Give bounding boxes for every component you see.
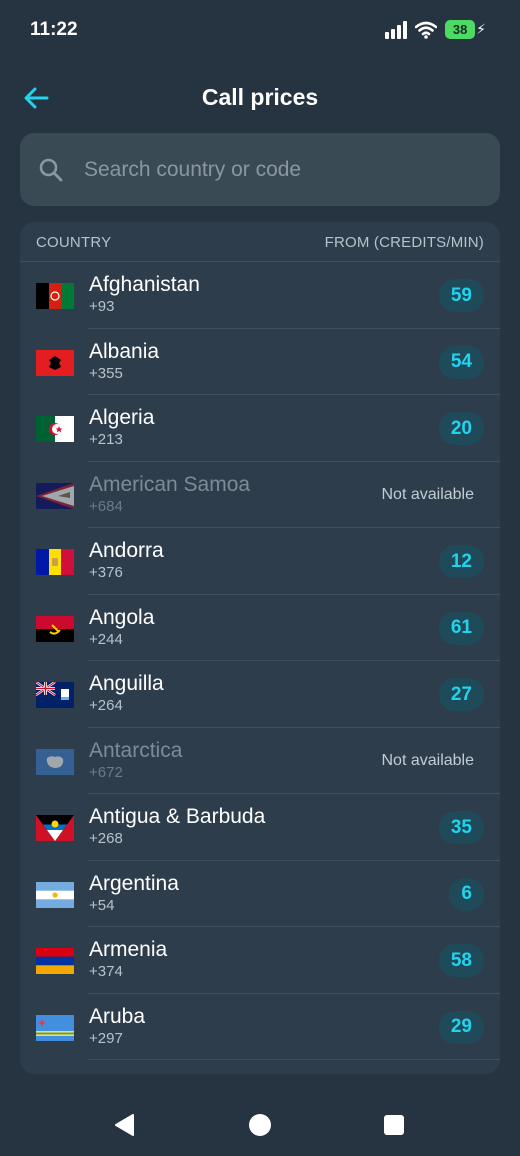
- country-name: Antarctica: [89, 738, 183, 762]
- list-header: COUNTRY FROM (CREDITS/MIN): [20, 222, 500, 262]
- not-available-label: Not available: [381, 751, 475, 769]
- country-row[interactable]: Antarctica +672 Not available: [20, 728, 500, 795]
- country-row[interactable]: Albania +355 54: [20, 329, 500, 396]
- price-badge: 27: [438, 678, 484, 711]
- country-row[interactable]: Algeria +213 20: [20, 395, 500, 462]
- al-flag-icon: [36, 349, 74, 376]
- nav-back-button[interactable]: [109, 1110, 139, 1140]
- page-title: Call prices: [201, 84, 319, 110]
- country-code: +355: [89, 364, 123, 382]
- battery-level: 38: [445, 20, 476, 39]
- country-row[interactable]: Anguilla +264 27: [20, 661, 500, 728]
- price-badge: 61: [438, 611, 484, 645]
- ai-flag-icon: [36, 682, 74, 708]
- country-row[interactable]: Angola +244 61: [20, 595, 500, 662]
- nav-recents-button[interactable]: [379, 1110, 409, 1140]
- country-row[interactable]: Andorra +376 12: [20, 528, 500, 595]
- ar-flag-icon: [36, 881, 74, 908]
- search-box[interactable]: [20, 133, 500, 206]
- country-code: +213: [89, 431, 123, 448]
- system-nav-bar: [0, 1090, 520, 1156]
- price-badge: 58: [438, 944, 484, 977]
- country-code: +244: [89, 630, 123, 648]
- country-name: Aruba: [89, 1004, 146, 1028]
- price-badge: 20: [438, 412, 484, 445]
- price-badge: 59: [438, 279, 484, 312]
- country-row[interactable]: Aruba +297 29: [20, 994, 500, 1061]
- charging-bolt-icon: ⚡: [476, 21, 486, 37]
- country-code: +684: [89, 497, 123, 515]
- country-code: +672: [89, 763, 123, 781]
- country-name: Andorra: [89, 539, 164, 562]
- ad-flag-icon: [36, 549, 74, 575]
- wifi-icon: [415, 21, 438, 39]
- country-code: +54: [89, 896, 115, 914]
- country-name: Afghanistan: [89, 273, 200, 296]
- country-name: Albania: [89, 339, 160, 363]
- status-bar: 11:22 38 ⚡: [0, 0, 520, 62]
- am-flag-icon: [36, 948, 74, 974]
- country-code: +93: [89, 298, 115, 315]
- country-name: Antigua & Barbuda: [89, 805, 266, 828]
- price-badge: 35: [438, 811, 484, 844]
- country-name: Anguilla: [89, 672, 164, 695]
- country-name: American Samoa: [89, 472, 251, 496]
- country-rows: Afghanistan +93 59 Albania +355 54 Alger…: [20, 262, 500, 1060]
- country-list: COUNTRY FROM (CREDITS/MIN) Afghanistan +…: [20, 222, 500, 1074]
- aw-flag-icon: [36, 1014, 74, 1041]
- ag-flag-icon: [36, 815, 74, 841]
- aq-flag-icon: [36, 748, 74, 775]
- back-triangle-icon: [115, 1114, 134, 1136]
- home-circle-icon: [249, 1114, 271, 1136]
- country-row[interactable]: Afghanistan +93 59: [20, 262, 500, 329]
- country-row[interactable]: Argentina +54 6: [20, 861, 500, 928]
- dz-flag-icon: [36, 416, 74, 442]
- price-badge: 54: [438, 345, 484, 379]
- header: Call prices: [0, 72, 520, 124]
- column-header-price: FROM (CREDITS/MIN): [324, 234, 484, 251]
- country-code: +268: [89, 830, 123, 847]
- status-icons: 38 ⚡: [385, 20, 486, 39]
- country-name: Angola: [89, 605, 155, 629]
- search-input[interactable]: [84, 133, 484, 206]
- country-name: Algeria: [89, 406, 155, 429]
- battery-icon: 38 ⚡: [445, 20, 486, 39]
- not-available-label: Not available: [381, 485, 475, 503]
- country-code: +297: [89, 1029, 123, 1047]
- search-icon: [39, 158, 63, 182]
- nav-home-button[interactable]: [245, 1110, 275, 1140]
- status-time: 11:22: [30, 19, 78, 40]
- country-code: +374: [89, 963, 123, 980]
- cell-signal-icon: [385, 20, 408, 39]
- country-name: Armenia: [89, 938, 168, 961]
- af-flag-icon: [36, 283, 74, 309]
- country-row[interactable]: Antigua & Barbuda +268 35: [20, 794, 500, 861]
- country-row[interactable]: Armenia +374 58: [20, 927, 500, 994]
- country-code: +264: [89, 697, 123, 714]
- price-badge: 6: [449, 877, 484, 911]
- price-badge: 12: [438, 545, 484, 578]
- as-flag-icon: [36, 482, 74, 509]
- country-row[interactable]: American Samoa +684 Not available: [20, 462, 500, 529]
- price-badge: 29: [438, 1010, 484, 1044]
- recents-square-icon: [384, 1115, 404, 1135]
- column-header-country: COUNTRY: [36, 234, 112, 251]
- country-code: +376: [89, 564, 123, 581]
- ao-flag-icon: [36, 615, 74, 642]
- country-name: Argentina: [89, 871, 179, 895]
